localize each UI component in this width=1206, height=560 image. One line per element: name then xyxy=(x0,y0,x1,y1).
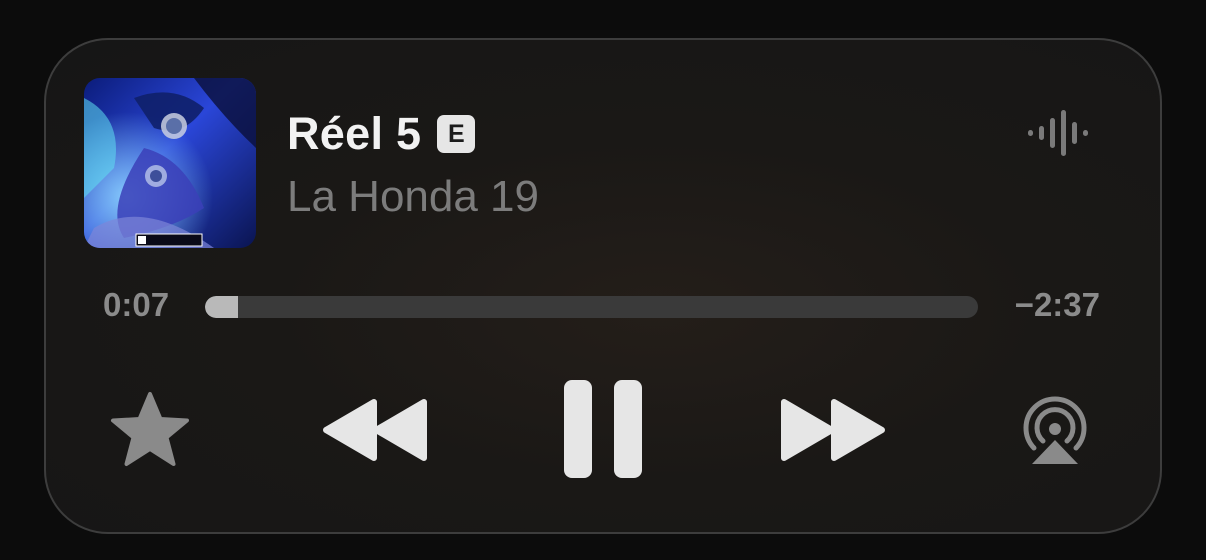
favorite-button[interactable] xyxy=(108,390,192,470)
star-icon xyxy=(111,392,189,466)
pause-icon xyxy=(564,380,642,478)
elapsed-time: 0:07 xyxy=(103,286,170,323)
next-track-button[interactable] xyxy=(776,396,890,464)
previous-track-button[interactable] xyxy=(318,396,432,464)
remaining-time: −2:37 xyxy=(1014,286,1100,323)
fast-forward-icon xyxy=(781,399,885,461)
pause-button[interactable] xyxy=(562,378,644,480)
progress-fill xyxy=(205,296,239,318)
track-title-row: Réel 5 E xyxy=(287,108,476,160)
rewind-icon xyxy=(323,399,427,461)
album-artwork[interactable] xyxy=(84,78,256,248)
airplay-button[interactable] xyxy=(1018,396,1092,466)
waveform-icon[interactable] xyxy=(1026,110,1092,156)
explicit-badge: E xyxy=(437,115,476,153)
progress-bar[interactable] xyxy=(205,296,978,318)
album-artwork-image xyxy=(84,78,256,248)
track-title[interactable]: Réel 5 xyxy=(287,108,421,160)
artist-name[interactable]: La Honda 19 xyxy=(287,172,539,222)
airplay-icon xyxy=(1023,396,1087,464)
